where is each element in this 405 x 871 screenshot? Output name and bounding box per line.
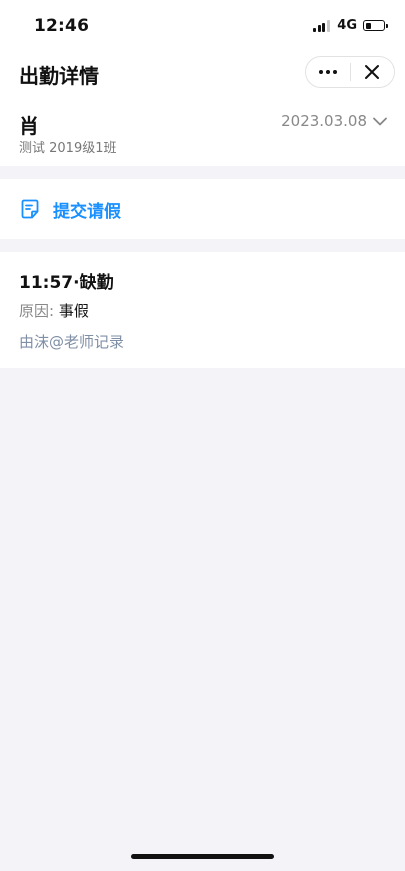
page-title: 出勤详情 [19,64,99,88]
status-bar: 12:46 4G [0,0,405,50]
more-button[interactable] [306,57,350,87]
cellular-signal-icon [313,20,331,32]
home-indicator [131,854,274,859]
record-status: 11:57·缺勤 [19,273,114,293]
chevron-down-icon [373,117,387,125]
battery-level [365,22,372,29]
network-type: 4G [337,18,357,33]
signal-bar [326,20,330,32]
record-reason: 原因: 事假 [19,300,89,321]
close-button[interactable] [350,57,394,87]
signal-bar [317,25,321,32]
leave-form-icon [20,199,40,219]
nav-bar: 出勤详情 [0,50,405,96]
status-indicators: 4G [313,18,388,33]
submit-leave-label: 提交请假 [53,201,121,222]
reason-label: 原因: [19,302,55,320]
status-time: 12:46 [34,16,90,36]
signal-bar [313,27,317,32]
student-class: 测试 2019级1班 [19,141,117,156]
more-dots-icon [317,70,338,74]
battery-icon [363,20,388,31]
reason-value: 事假 [58,302,89,320]
record-recorder: 由沫@老师记录 [19,333,125,351]
date-picker[interactable]: 2023.03.08 [281,112,387,130]
close-icon [365,65,380,79]
mini-program-capsule [305,56,395,88]
student-name: 肖 [19,114,39,138]
attendance-record: 11:57·缺勤 原因: 事假 由沫@老师记录 [0,252,405,368]
selected-date: 2023.03.08 [281,112,367,130]
signal-bar [322,22,326,32]
submit-leave-button[interactable]: 提交请假 [0,179,405,239]
student-header: 肖 测试 2019级1班 2023.03.08 [0,96,405,166]
